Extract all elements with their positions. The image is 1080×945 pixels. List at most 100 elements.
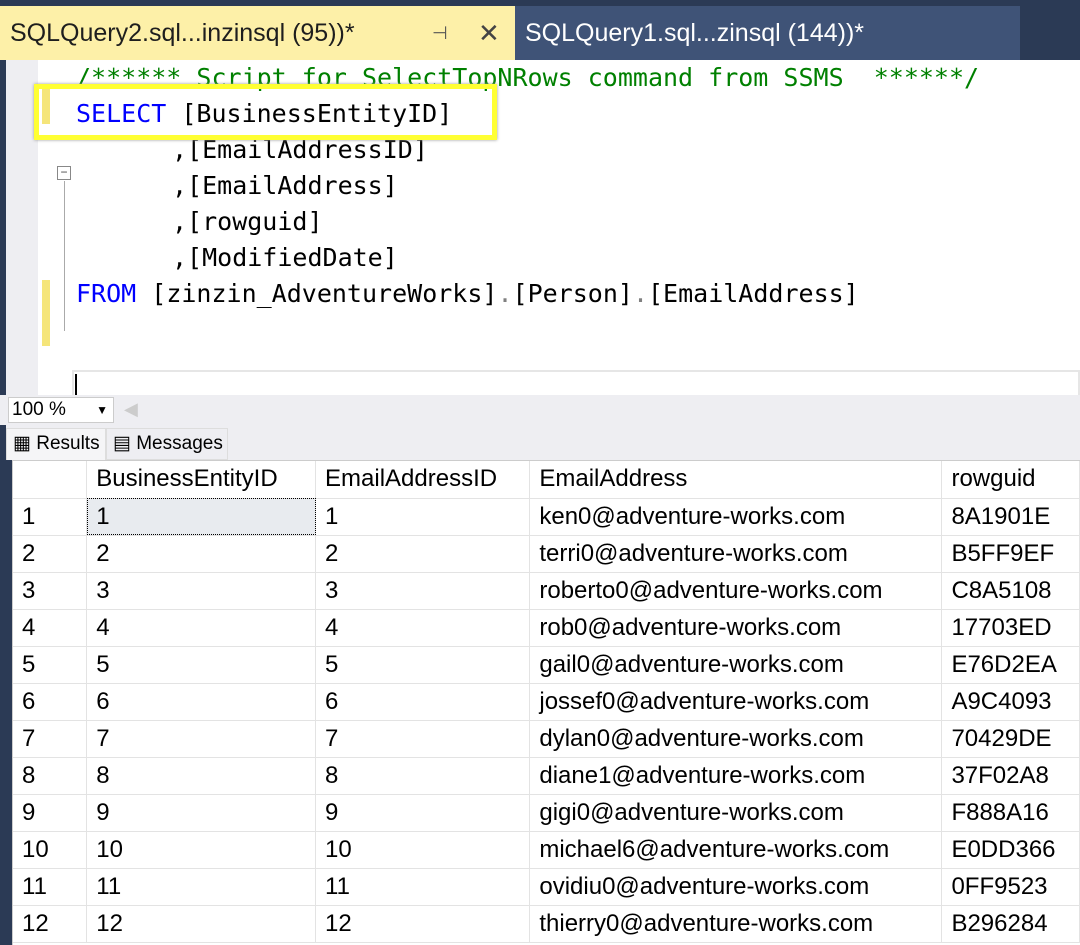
change-marker [42,280,50,346]
table-cell[interactable]: rob0@adventure-works.com [529,609,943,647]
row-number[interactable]: 5 [13,646,88,684]
chevron-down-icon: ▼ [96,403,108,417]
table-row[interactable]: 8 8 8 diane1@adventure-works.com 37F02A8 [13,757,1080,795]
tab-messages[interactable]: ▤ Messages [106,428,228,460]
table-cell[interactable]: 7 [315,720,531,758]
table-row[interactable]: 3 3 3 roberto0@adventure-works.com C8A5108 [13,572,1080,610]
table-cell[interactable]: 9 [86,794,317,832]
table-cell[interactable]: 4 [86,609,317,647]
table-cell[interactable]: 8A1901E [941,498,1080,536]
editor-gutter [0,60,38,395]
table-cell[interactable]: 12 [315,905,531,943]
column-header[interactable]: EmailAddressID [315,461,531,499]
table-cell[interactable]: 37F02A8 [941,757,1080,795]
table-cell[interactable]: 10 [315,831,531,869]
scroll-left-icon[interactable]: ◀ [124,399,138,420]
table-cell[interactable]: michael6@adventure-works.com [529,831,943,869]
table-row[interactable]: 2 2 2 terri0@adventure-works.com B5FF9EF [13,535,1080,573]
table-cell[interactable]: terri0@adventure-works.com [529,535,943,573]
table-cell[interactable]: 9 [315,794,531,832]
tab-label: SQLQuery2.sql...inzinsql (95))* [10,18,355,47]
table-cell[interactable]: 6 [315,683,531,721]
table-cell[interactable]: A9C4093 [941,683,1080,721]
table-cell[interactable]: 7 [86,720,317,758]
column-header[interactable]: EmailAddress [529,461,943,499]
table-cell[interactable]: ken0@adventure-works.com [529,498,943,536]
table-cell[interactable]: 1 [315,498,531,536]
tab-sqlquery1[interactable]: SQLQuery1.sql...zinsql (144))* [515,6,1020,60]
table-cell[interactable]: B296284 [941,905,1080,943]
row-number[interactable]: 3 [13,572,88,610]
table-cell[interactable]: 5 [86,646,317,684]
table-cell[interactable]: B5FF9EF [941,535,1080,573]
table-cell[interactable]: roberto0@adventure-works.com [529,572,943,610]
table-cell[interactable]: 1 [86,498,317,536]
table-row[interactable]: 1 1 1 ken0@adventure-works.com 8A1901E [13,498,1080,536]
pin-icon[interactable]: ⊣ [432,23,448,44]
table-cell[interactable]: gigi0@adventure-works.com [529,794,943,832]
column-name: ,[EmailAddress] [172,171,398,200]
table-cell[interactable]: diane1@adventure-works.com [529,757,943,795]
row-number[interactable]: 9 [13,794,88,832]
row-number[interactable]: 11 [13,868,88,906]
table-cell[interactable]: E76D2EA [941,646,1080,684]
table-cell[interactable]: 5 [315,646,531,684]
table-row[interactable]: 12 12 12 thierry0@adventure-works.com B29628… [13,905,1080,943]
zoom-dropdown[interactable]: 100 % ▼ [8,397,114,423]
table-cell[interactable]: 6 [86,683,317,721]
collapse-icon[interactable]: − [57,166,71,180]
table-row[interactable]: 5 5 5 gail0@adventure-works.com E76D2EA [13,646,1080,684]
table-cell[interactable]: 2 [315,535,531,573]
table-cell[interactable]: 2 [86,535,317,573]
row-number[interactable]: 12 [13,905,88,943]
column-header[interactable]: BusinessEntityID [86,461,317,499]
column-header[interactable] [13,461,88,499]
table-cell[interactable]: ovidiu0@adventure-works.com [529,868,943,906]
row-number[interactable]: 7 [13,720,88,758]
row-number[interactable]: 10 [13,831,88,869]
column-line: ,[EmailAddress] [172,168,398,204]
table-row[interactable]: 4 4 4 rob0@adventure-works.com 17703ED [13,609,1080,647]
table-cell[interactable]: E0DD366 [941,831,1080,869]
table-row[interactable]: 9 9 9 gigi0@adventure-works.com F888A16 [13,794,1080,832]
database-name: [zinzin_AdventureWorks] [136,279,498,308]
table-cell[interactable]: 70429DE [941,720,1080,758]
row-number[interactable]: 8 [13,757,88,795]
row-number[interactable]: 1 [13,498,88,536]
row-number[interactable]: 6 [13,683,88,721]
column-name: ,[ModifiedDate] [172,243,398,272]
row-number[interactable]: 4 [13,609,88,647]
tab-results[interactable]: ▦ Results [6,428,106,460]
table-cell[interactable]: dylan0@adventure-works.com [529,720,943,758]
tab-sqlquery2[interactable]: SQLQuery2.sql...inzinsql (95))* ⊣ ✕ [0,6,515,60]
table-cell[interactable]: 17703ED [941,609,1080,647]
zoom-bar: 100 % ▼ ◀ [0,395,1080,425]
table-cell[interactable]: 11 [315,868,531,906]
table-cell[interactable]: 0FF9523 [941,868,1080,906]
table-cell[interactable]: F888A16 [941,794,1080,832]
table-cell[interactable]: 11 [86,868,317,906]
results-grid[interactable]: BusinessEntityID EmailAddressID EmailAddre… [12,460,1080,945]
table-cell[interactable]: 3 [86,572,317,610]
table-cell[interactable]: 3 [315,572,531,610]
table-cell[interactable]: 8 [86,757,317,795]
fold-line [64,181,65,331]
close-icon[interactable]: ✕ [478,18,500,49]
table-row[interactable]: 10 10 10 michael6@adventure-works.com E0DD36… [13,831,1080,869]
header-row: BusinessEntityID EmailAddressID EmailAddre… [13,461,1080,499]
table-cell[interactable]: gail0@adventure-works.com [529,646,943,684]
column-header[interactable]: rowguid [941,461,1080,499]
table-cell[interactable]: 8 [315,757,531,795]
table-cell[interactable]: jossef0@adventure-works.com [529,683,943,721]
table-cell[interactable]: 12 [86,905,317,943]
table-row[interactable]: 6 6 6 jossef0@adventure-works.com A9C4093 [13,683,1080,721]
table-row[interactable]: 7 7 7 dylan0@adventure-works.com 70429DE [13,720,1080,758]
table-cell[interactable]: 10 [86,831,317,869]
table-cell[interactable]: C8A5108 [941,572,1080,610]
table-row[interactable]: 11 11 11 ovidiu0@adventure-works.com 0FF9523 [13,868,1080,906]
table-cell[interactable]: thierry0@adventure-works.com [529,905,943,943]
table-cell[interactable]: 4 [315,609,531,647]
row-number[interactable]: 2 [13,535,88,573]
document-tab-bar: SQLQuery2.sql...inzinsql (95))* ⊣ ✕ SQLQ… [0,0,1080,60]
column-line: ,[rowguid] [172,204,323,240]
